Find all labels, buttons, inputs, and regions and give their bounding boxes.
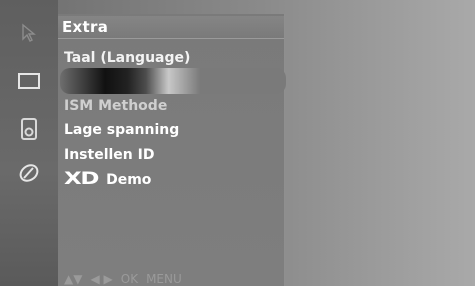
- menu-item-instellen-id[interactable]: Instellen ID: [64, 147, 154, 163]
- menu-item-label: Instellen ID: [64, 147, 155, 163]
- speaker-icon[interactable]: [0, 114, 58, 144]
- menu-hint: MENU: [146, 272, 182, 286]
- left-right-arrows-icon: ◀ ▶: [90, 272, 113, 286]
- up-down-arrows-icon: ▲▼: [64, 272, 83, 286]
- menu-item-lage-spanning[interactable]: Lage spanning: [64, 122, 179, 138]
- extra-menu-panel: Extra Taal (Language) ISM Methode Lage s…: [58, 14, 286, 286]
- selection-highlight[interactable]: [60, 68, 286, 94]
- menu-item-label: Taal (Language): [64, 50, 191, 66]
- menu-item-label: Lage spanning: [64, 122, 180, 138]
- screen-icon[interactable]: [0, 66, 58, 96]
- menu-title-bar: Extra: [58, 16, 284, 39]
- menu-title: Extra: [62, 18, 109, 36]
- cursor-icon[interactable]: [0, 18, 58, 48]
- sidebar: [0, 0, 58, 286]
- menu-item-language[interactable]: Taal (Language): [64, 50, 190, 66]
- menu-item-demo[interactable]: XD Demo: [64, 169, 151, 189]
- menu-item-label: ISM Methode: [64, 98, 168, 114]
- menu-item-label: Demo: [106, 172, 152, 188]
- menu-item-ism[interactable]: ISM Methode: [64, 98, 167, 114]
- ok-hint: OK: [120, 272, 139, 286]
- pencil-icon[interactable]: [0, 158, 58, 188]
- xd-logo: XD: [64, 169, 99, 189]
- osd-screen: Extra Taal (Language) ISM Methode Lage s…: [0, 0, 475, 286]
- navigation-hint: ▲▼ ◀ ▶ OK MENU: [64, 272, 182, 286]
